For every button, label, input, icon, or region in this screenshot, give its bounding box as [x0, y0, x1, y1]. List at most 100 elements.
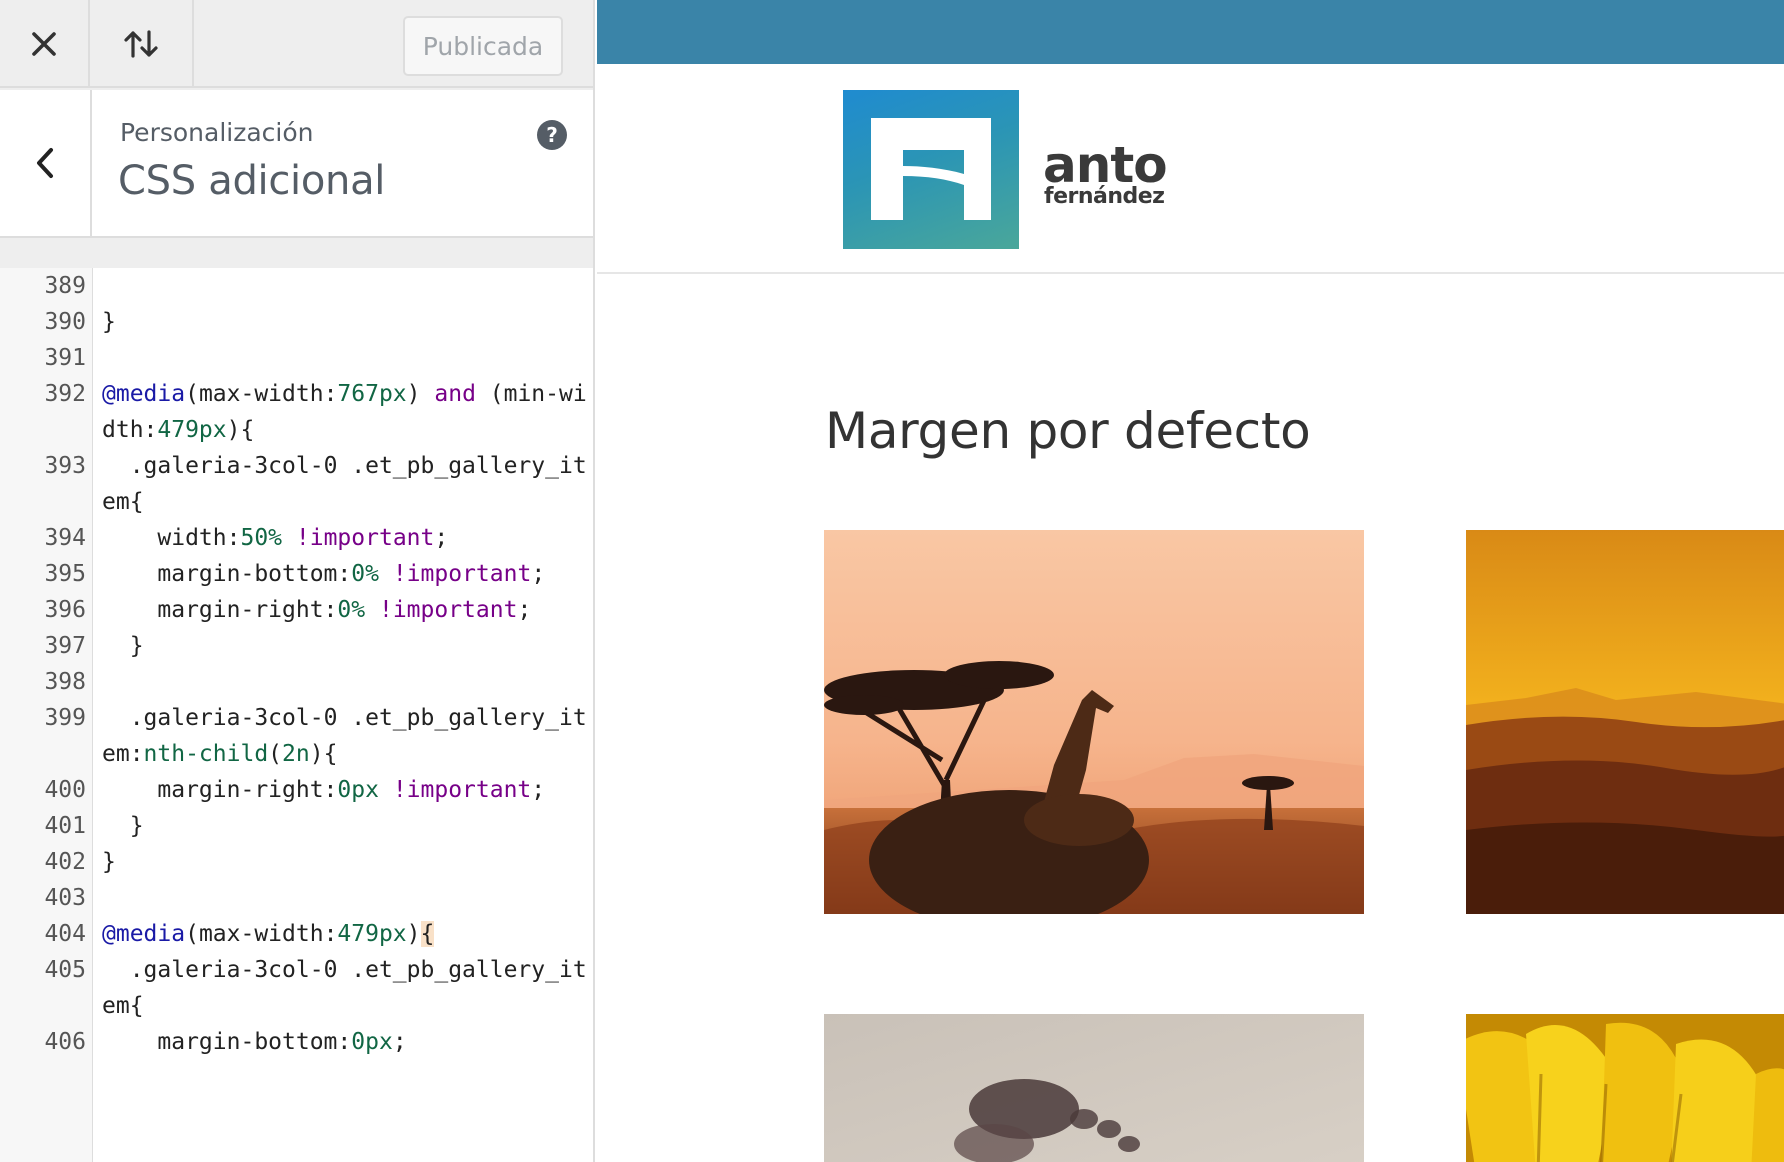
code-line[interactable]: 390} — [0, 304, 593, 340]
site-header: anto fernández — [597, 64, 1784, 274]
sort-arrows-icon — [124, 30, 158, 58]
site-preview[interactable]: anto fernández Margen por defecto — [597, 0, 1784, 1162]
code-token: .galeria-3col-0 .et_pb_gallery_item{ — [102, 957, 587, 1019]
line-number: 398 — [44, 669, 86, 695]
code-text: } — [102, 304, 589, 340]
code-line[interactable]: 403 ​ — [0, 880, 593, 916]
code-line[interactable]: 394 width:50% !important; — [0, 520, 593, 556]
code-token: and — [434, 381, 476, 407]
code-line[interactable]: 396 margin-right:0% !important; — [0, 592, 593, 628]
section-title: CSS adicional — [118, 158, 386, 204]
logo-mark-shape — [871, 118, 991, 220]
code-text: margin-right:0% !important; — [102, 592, 589, 628]
section-header: Personalización CSS adicional ? — [0, 90, 593, 238]
code-text: @media(max-width:479px){ — [102, 916, 589, 952]
code-text: } — [102, 628, 589, 664]
gallery-item-giraffe[interactable] — [824, 530, 1364, 914]
code-token: 479px — [157, 417, 227, 443]
code-token: 0% — [337, 597, 366, 623]
code-line[interactable]: 404 @media(max-width:479px){ — [0, 916, 593, 952]
bananas-image — [1466, 1014, 1784, 1162]
code-line[interactable]: 400 margin-right:0px !important; — [0, 772, 593, 808]
preview-devices-toggle[interactable] — [90, 0, 194, 88]
code-line[interactable]: 405 .galeria-3col-0 .et_pb_gallery_item{ — [0, 952, 593, 1024]
line-number: 395 — [44, 561, 86, 587]
code-line[interactable]: 393 .galeria-3col-0 .et_pb_gallery_item{ — [0, 448, 593, 520]
code-line[interactable]: 398 ​ — [0, 664, 593, 700]
code-token: !important — [295, 525, 435, 551]
code-line[interactable]: 401 } — [0, 808, 593, 844]
giraffe-sunset-image — [824, 530, 1364, 914]
code-text: width:50% !important; — [102, 520, 589, 556]
code-text: ​ — [102, 880, 589, 916]
line-number: 406 — [44, 1029, 86, 1055]
code-token: 0% — [351, 561, 379, 587]
publish-button[interactable]: Publicada — [403, 16, 563, 76]
code-line[interactable]: 399 .galeria-3col-0 .et_pb_gallery_item:… — [0, 700, 593, 772]
code-token: 0px — [351, 1029, 393, 1055]
code-token: margin-bottom: — [102, 1029, 352, 1055]
line-number: 392 — [44, 381, 86, 407]
gallery-item-bananas[interactable] — [1466, 1014, 1784, 1162]
code-line[interactable]: 395 margin-bottom:0% !important; — [0, 556, 593, 592]
code-text: } — [102, 808, 589, 844]
code-line[interactable]: 389 ​ — [0, 268, 593, 304]
code-text: ​ — [102, 268, 589, 304]
code-text: margin-right:0px !important; — [102, 772, 589, 808]
back-button[interactable] — [0, 90, 92, 236]
close-icon — [32, 32, 56, 56]
line-number: 396 — [44, 597, 86, 623]
line-number: 402 — [44, 849, 86, 875]
line-number: 397 — [44, 633, 86, 659]
code-line[interactable]: 392 @media(max-width:767px) and (min-widt… — [0, 376, 593, 448]
code-token: ) — [406, 921, 421, 947]
code-token: } — [102, 633, 144, 659]
code-token: ){ — [226, 417, 255, 443]
chevron-left-icon — [37, 148, 53, 178]
code-token: nth-child — [143, 741, 269, 767]
close-button[interactable] — [0, 0, 90, 88]
code-line[interactable]: 402} — [0, 844, 593, 880]
code-token: 479px — [337, 921, 407, 947]
code-token: margin-bottom: — [102, 561, 352, 587]
code-token: ) — [406, 381, 435, 407]
code-token: @media — [102, 921, 186, 947]
code-text: } — [102, 844, 589, 880]
line-number: 389 — [44, 273, 86, 299]
code-token: ; — [531, 777, 546, 803]
code-line[interactable]: 397 } — [0, 628, 593, 664]
savanna-sunset-image — [1466, 530, 1784, 914]
line-number: 393 — [44, 453, 86, 479]
breadcrumb: Personalización — [120, 118, 314, 147]
gallery-item-footprint[interactable] — [824, 1014, 1364, 1162]
code-text: ​ — [102, 664, 589, 700]
code-token: !important — [378, 597, 518, 623]
code-text: margin-bottom:0px; — [102, 1024, 589, 1060]
gallery-item-savanna-sunset[interactable] — [1466, 530, 1784, 914]
site-logo-icon[interactable] — [843, 90, 1019, 249]
code-line[interactable]: 391 ​ — [0, 340, 593, 376]
code-token: 0px — [337, 777, 379, 803]
code-text: margin-bottom:0% !important; — [102, 556, 589, 592]
code-text: @media(max-width:767px) and (min-width:4… — [102, 376, 589, 448]
css-code-editor[interactable]: 389​390}391​392@media(max-width:767px) a… — [0, 268, 593, 1162]
line-number: 394 — [44, 525, 86, 551]
code-token: ( — [268, 741, 283, 767]
code-line[interactable]: 406 margin-bottom:0px; — [0, 1024, 593, 1060]
line-number: 400 — [44, 777, 86, 803]
code-text: .galeria-3col-0 .et_pb_gallery_item{ — [102, 952, 589, 1024]
code-token: (max-width: — [185, 381, 338, 407]
code-token: } — [102, 813, 144, 839]
code-text: ​ — [102, 340, 589, 376]
code-token: @media — [102, 381, 186, 407]
line-number: 391 — [44, 345, 86, 371]
customizer-sidebar: Publicada Personalización CSS adicional … — [0, 0, 595, 1162]
help-icon[interactable]: ? — [537, 120, 567, 150]
code-token: !important — [392, 561, 532, 587]
preview-top-bar — [597, 0, 1784, 64]
code-token: } — [102, 309, 116, 335]
code-token: 767px — [337, 381, 407, 407]
